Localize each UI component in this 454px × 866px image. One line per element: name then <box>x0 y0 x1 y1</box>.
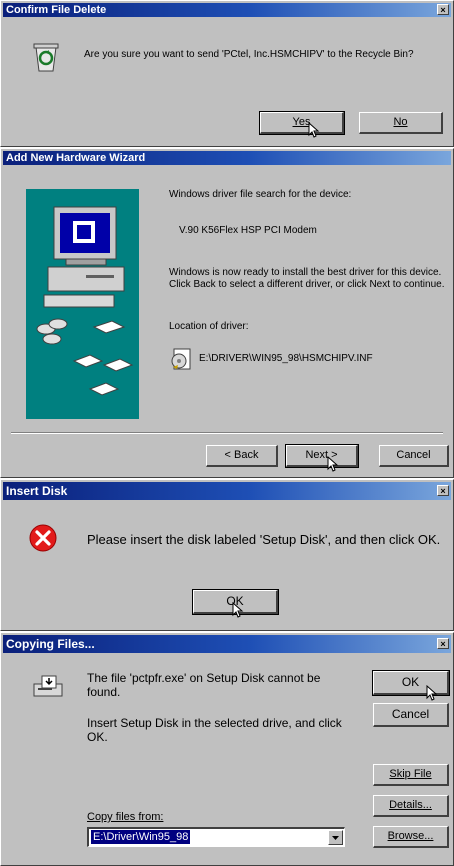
dialog-title: Copying Files... <box>6 637 95 651</box>
mouse-cursor-icon <box>426 685 438 701</box>
cancel-button[interactable]: Cancel <box>373 703 449 727</box>
copying-files-dialog: Copying Files... × The file 'pctpfr.exe'… <box>0 632 454 866</box>
location-label: Location of driver: <box>169 321 249 332</box>
skip-file-button[interactable]: Skip File <box>373 764 449 786</box>
browse-label: Browse... <box>387 830 434 842</box>
browse-button[interactable]: Browse... <box>373 826 449 848</box>
copy-from-label: Copy files from: <box>87 811 163 823</box>
back-button[interactable]: < Back <box>206 445 278 467</box>
separator <box>11 432 443 434</box>
skip-file-label: Skip File <box>389 768 432 780</box>
details-button[interactable]: Details... <box>373 795 449 817</box>
confirm-file-delete-dialog: Confirm File Delete × Are you sure you w… <box>0 0 454 147</box>
search-label: Windows driver file search for the devic… <box>169 189 352 200</box>
recycle-bin-icon <box>33 43 59 72</box>
title-bar: Confirm File Delete × <box>3 3 451 17</box>
back-label: < Back <box>224 449 259 461</box>
details-label: Details... <box>389 799 432 811</box>
next-button[interactable]: Next > <box>285 444 359 468</box>
cancel-label: Cancel <box>396 449 431 461</box>
copy-from-label-text: Copy files from: <box>87 811 164 823</box>
error-icon <box>29 524 57 552</box>
mouse-cursor-icon <box>308 122 320 138</box>
driver-file-icon <box>171 348 191 370</box>
insert-disk-instruction: Insert Setup Disk in the selected drive,… <box>87 716 342 744</box>
confirm-message: Are you sure you want to send 'PCtel, In… <box>84 49 414 60</box>
cancel-label: Cancel <box>391 707 430 721</box>
close-button[interactable]: × <box>437 4 449 15</box>
dialog-title: Add New Hardware Wizard <box>6 152 146 164</box>
copy-from-combobox[interactable]: E:\Driver\Win95_98 <box>87 827 345 847</box>
copy-from-value[interactable]: E:\Driver\Win95_98 <box>91 830 191 844</box>
add-new-hardware-wizard-dialog: Add New Hardware Wizard Windows driver f… <box>0 148 454 478</box>
title-bar: Copying Files... × <box>3 635 451 653</box>
dialog-title: Confirm File Delete <box>6 4 107 16</box>
no-label: No <box>393 116 408 128</box>
ready-message: Windows is now ready to install the best… <box>169 267 445 290</box>
no-button[interactable]: No <box>359 112 443 134</box>
insert-disk-dialog: Insert Disk × Please insert the disk lab… <box>0 479 454 631</box>
insert-disk-message: Please insert the disk labeled 'Setup Di… <box>87 532 441 547</box>
wizard-illustration <box>26 189 139 419</box>
computer-illustration-icon <box>36 206 134 396</box>
mouse-cursor-icon <box>327 456 339 472</box>
driver-path: E:\DRIVER\WIN95_98\HSMCHIPV.INF <box>199 353 373 364</box>
yes-button[interactable]: Yes <box>259 111 345 135</box>
file-not-found-message: The file 'pctpfr.exe' on Setup Disk cann… <box>87 671 321 699</box>
dropdown-button[interactable] <box>328 830 343 845</box>
dialog-title: Insert Disk <box>6 484 68 498</box>
chevron-down-icon <box>332 836 339 840</box>
cancel-button[interactable]: Cancel <box>379 445 449 467</box>
ok-label: OK <box>401 675 420 689</box>
title-bar: Add New Hardware Wizard <box>3 151 451 165</box>
title-bar: Insert Disk × <box>3 482 451 500</box>
disk-drive-icon <box>33 675 63 697</box>
close-button[interactable]: × <box>437 485 449 496</box>
mouse-cursor-icon <box>232 602 244 618</box>
device-name: V.90 K56Flex HSP PCI Modem <box>179 225 317 236</box>
close-button[interactable]: × <box>437 638 449 649</box>
